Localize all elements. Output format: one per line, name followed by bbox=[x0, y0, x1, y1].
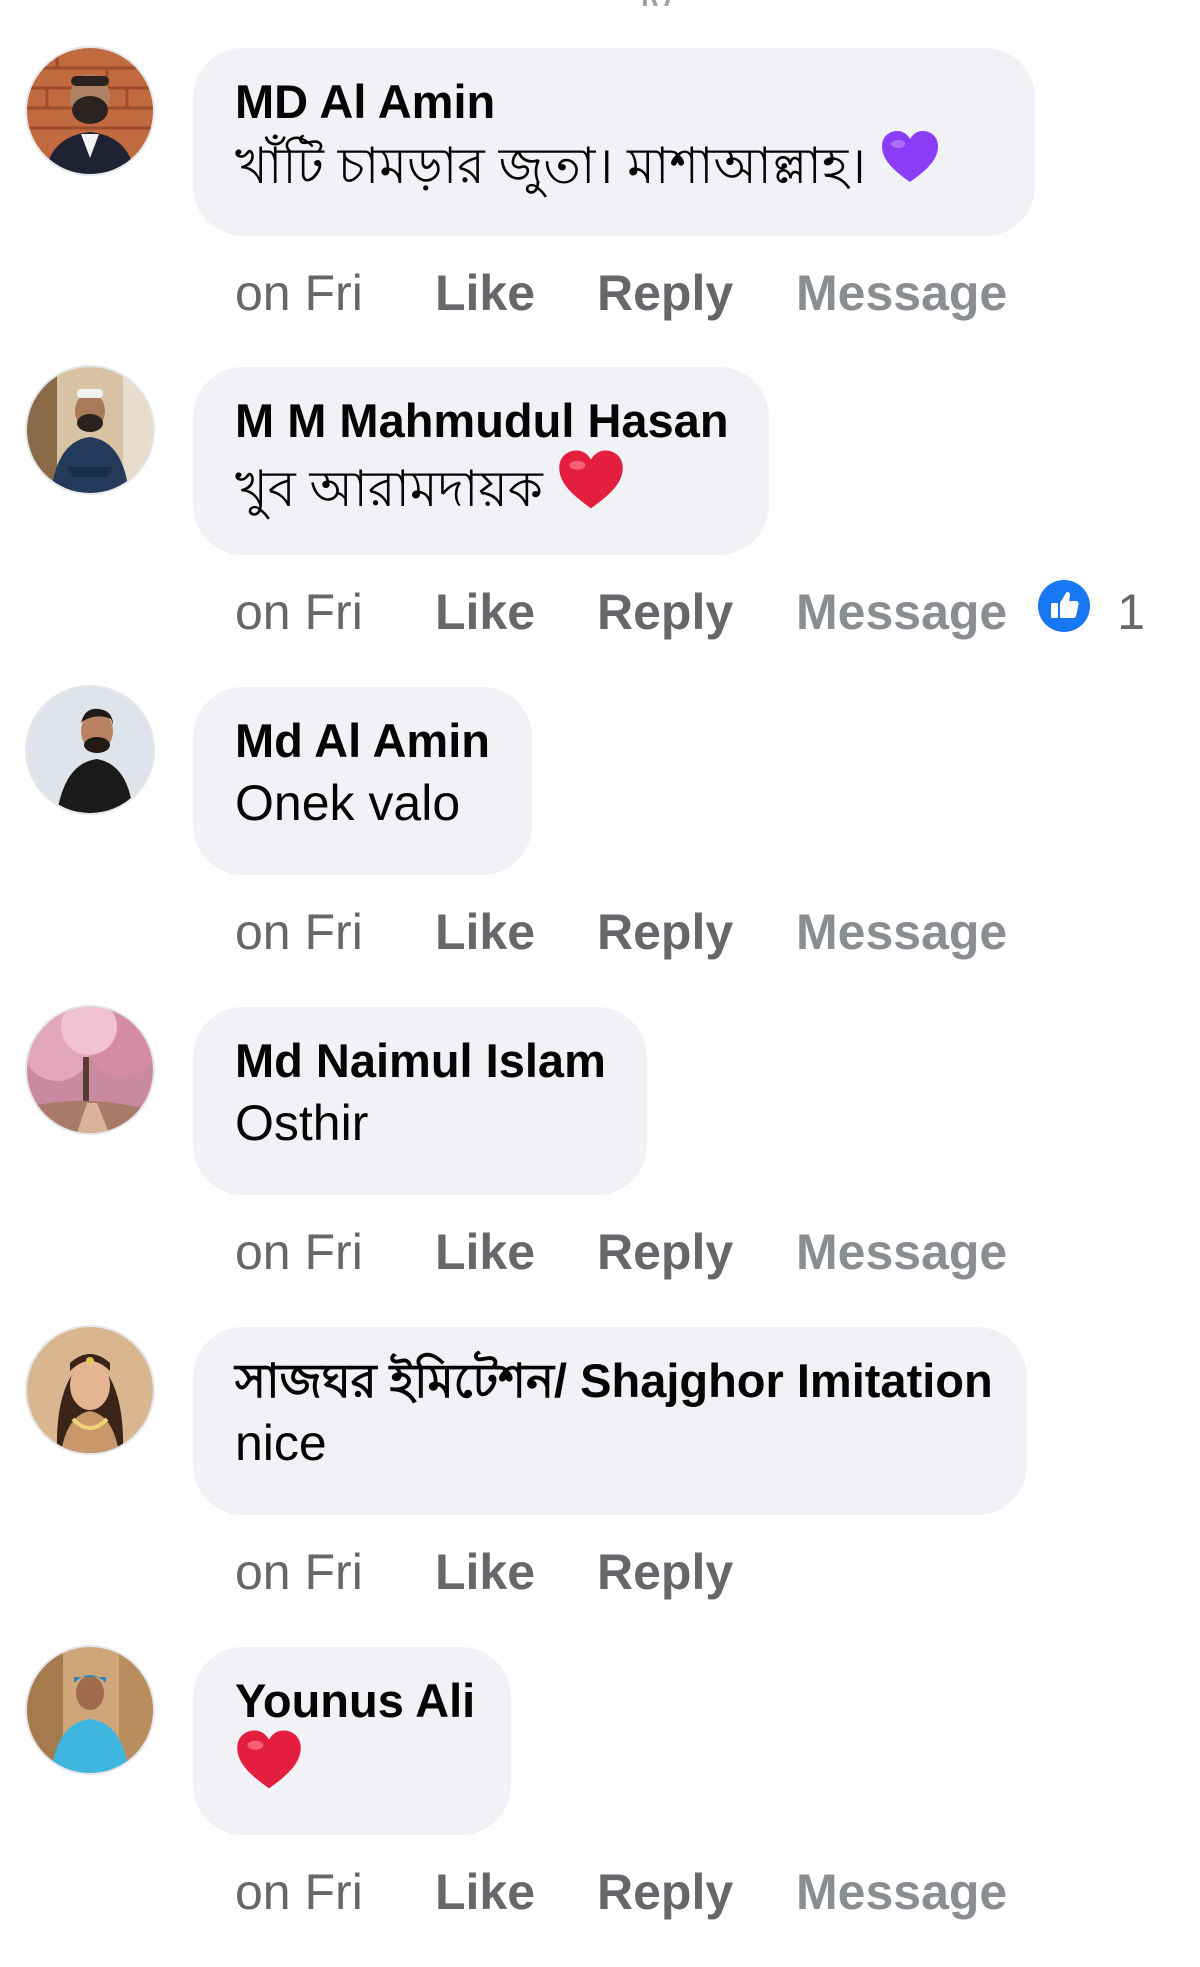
comment-timestamp[interactable]: on Fri bbox=[235, 1543, 435, 1601]
comment-text: nice bbox=[235, 1415, 327, 1471]
reply-button[interactable]: Reply bbox=[597, 264, 796, 322]
comment-bubble: Md Al Amin Onek valo bbox=[193, 687, 532, 875]
comment-text: খুব আরামদায়ক bbox=[235, 460, 543, 517]
comment-actions: on Fri Like Reply Message 1 bbox=[235, 577, 1145, 647]
comment-bubble: Younus Ali bbox=[193, 1647, 511, 1835]
like-button[interactable]: Like bbox=[435, 1223, 597, 1281]
red-heart-icon bbox=[557, 449, 625, 528]
reply-button[interactable]: Reply bbox=[597, 583, 796, 641]
message-button[interactable]: Message bbox=[796, 264, 1007, 322]
comment-author[interactable]: Younus Ali bbox=[235, 1673, 475, 1729]
comment-author[interactable]: MD Al Amin bbox=[235, 74, 991, 130]
comment-bubble: MD Al Amin খাঁটি চামড়ার জুতা। মাশাআল্লা… bbox=[193, 48, 1035, 236]
comment-text-row: খুব আরামদায়ক bbox=[235, 449, 725, 528]
avatar[interactable] bbox=[27, 687, 153, 813]
like-button[interactable]: Like bbox=[435, 583, 597, 641]
like-button[interactable]: Like bbox=[435, 903, 597, 961]
avatar[interactable] bbox=[27, 367, 153, 493]
comment-actions: on Fri Like Reply bbox=[235, 1537, 796, 1607]
comment-item: Md Al Amin Onek valo on Fri Like Reply M… bbox=[0, 687, 1200, 1007]
comment-actions: on Fri Like Reply Message bbox=[235, 1217, 1007, 1287]
comment-text: Onek valo bbox=[235, 775, 461, 831]
comment-timestamp[interactable]: on Fri bbox=[235, 264, 435, 322]
comment-actions: on Fri Like Reply Message bbox=[235, 897, 1007, 967]
reply-button[interactable]: Reply bbox=[597, 1223, 796, 1281]
avatar[interactable] bbox=[27, 1647, 153, 1773]
comment-item: Younus Ali on Fri Like Reply Message bbox=[0, 1647, 1200, 1967]
comment-actions: on Fri Like Reply Message bbox=[235, 258, 1007, 328]
reply-button[interactable]: Reply bbox=[597, 1863, 796, 1921]
comment-timestamp[interactable]: on Fri bbox=[235, 903, 435, 961]
comment-text-row: Osthir bbox=[235, 1089, 603, 1157]
reply-button[interactable]: Reply bbox=[597, 903, 796, 961]
comment-author[interactable]: M M Mahmudul Hasan bbox=[235, 393, 729, 449]
comment-item: Md Naimul Islam Osthir on Fri Like Reply… bbox=[0, 1007, 1200, 1327]
comment-text: খাঁটি চামড়ার জুতা। মাশাআল্লাহ। bbox=[235, 137, 867, 194]
like-button[interactable]: Like bbox=[435, 264, 597, 322]
comment-timestamp[interactable]: on Fri bbox=[235, 1863, 435, 1921]
avatar[interactable] bbox=[27, 1007, 153, 1133]
comment-timestamp[interactable]: on Fri bbox=[235, 583, 435, 641]
comment-author[interactable]: সাজঘর ইমিটেশন/ Shajghor Imitation bbox=[235, 1353, 993, 1409]
comment-author[interactable]: Md Al Amin bbox=[235, 713, 490, 769]
like-button[interactable]: Like bbox=[435, 1863, 597, 1921]
comment-actions: on Fri Like Reply Message bbox=[235, 1857, 1007, 1927]
reply-button[interactable]: Reply bbox=[597, 1543, 796, 1601]
reaction-count: 1 bbox=[1117, 584, 1146, 640]
message-button[interactable]: Message bbox=[796, 583, 1007, 641]
message-button[interactable]: Message bbox=[796, 1863, 1007, 1921]
comment-text: Osthir bbox=[235, 1095, 369, 1151]
reaction-summary[interactable]: 1 bbox=[1037, 579, 1145, 645]
comment-bubble: সাজঘর ইমিটেশন/ Shajghor Imitation nice bbox=[193, 1327, 1027, 1515]
avatar[interactable] bbox=[27, 48, 153, 174]
comment-bubble: Md Naimul Islam Osthir bbox=[193, 1007, 647, 1195]
comment-item: MD Al Amin খাঁটি চামড়ার জুতা। মাশাআল্লা… bbox=[0, 48, 1200, 368]
message-button[interactable]: Message bbox=[796, 903, 1007, 961]
purple-heart-icon bbox=[880, 130, 940, 201]
comment-text-row: খাঁটি চামড়ার জুতা। মাশাআল্লাহ। bbox=[235, 130, 991, 201]
comment-item: সাজঘর ইমিটেশন/ Shajghor Imitation nice o… bbox=[0, 1327, 1200, 1647]
comment-item: M M Mahmudul Hasan খুব আরামদায়ক on Fri … bbox=[0, 367, 1200, 687]
previous-comment-fragment: ly bbox=[640, 0, 720, 6]
message-button[interactable]: Message bbox=[796, 1223, 1007, 1281]
red-heart-icon bbox=[235, 1729, 303, 1808]
comment-bubble: M M Mahmudul Hasan খুব আরামদায়ক bbox=[193, 367, 769, 555]
comment-author[interactable]: Md Naimul Islam bbox=[235, 1033, 606, 1089]
like-button[interactable]: Like bbox=[435, 1543, 597, 1601]
comment-text-row: nice bbox=[235, 1409, 983, 1477]
avatar[interactable] bbox=[27, 1327, 153, 1453]
comment-timestamp[interactable]: on Fri bbox=[235, 1223, 435, 1281]
comment-text-row bbox=[235, 1729, 467, 1808]
comment-text-row: Onek valo bbox=[235, 769, 488, 837]
like-reaction-icon bbox=[1037, 579, 1091, 645]
